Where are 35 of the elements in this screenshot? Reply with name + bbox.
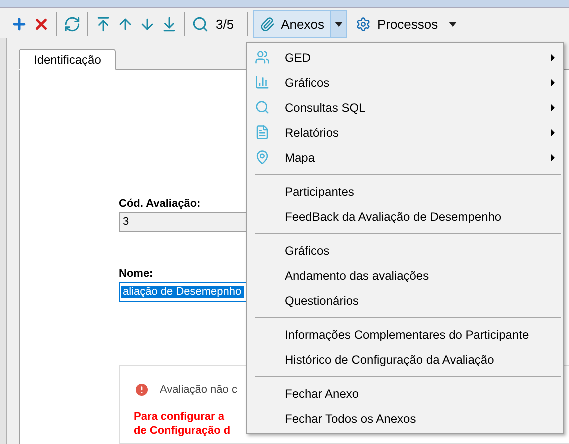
people-icon	[255, 50, 270, 65]
add-icon	[10, 16, 28, 32]
search-icon	[192, 16, 208, 32]
message-text: Avaliação não c	[160, 384, 238, 396]
menu-item[interactable]: Gráficos	[247, 238, 563, 263]
menu-item[interactable]: Fechar Todos os Anexos	[247, 406, 563, 431]
map-pin-icon	[255, 150, 270, 165]
menu-item[interactable]: Informações Complementares do Participante	[247, 322, 563, 347]
menu-item[interactable]: Participantes	[247, 179, 563, 204]
menu-item[interactable]: Fechar Anexo	[247, 381, 563, 406]
warning-text: de Configuração d	[134, 424, 231, 438]
caret-icon	[448, 22, 457, 26]
anexos-split-button[interactable]: Anexos	[253, 10, 348, 38]
warning-text: Para configurar a	[134, 410, 224, 424]
refresh-icon	[64, 16, 80, 32]
menu-item[interactable]: Gráficos	[247, 70, 563, 95]
caret-icon	[334, 22, 343, 26]
document-icon	[255, 125, 270, 140]
paperclip-icon	[260, 16, 276, 32]
menu-item[interactable]: GED	[247, 45, 563, 70]
field-label: Nome:	[119, 268, 154, 280]
record-counter: 3/5	[216, 16, 234, 32]
menu-item[interactable]: Histórico de Configuração da Avaliação	[247, 347, 563, 372]
menu-item[interactable]: Consultas SQL	[247, 95, 563, 120]
menu-item[interactable]: Relatórios	[247, 120, 563, 145]
tab[interactable]: Identificação	[19, 49, 116, 70]
menu-item[interactable]: Mapa	[247, 145, 563, 170]
bar-chart-icon	[255, 75, 270, 90]
alert-icon	[134, 382, 150, 398]
field-label: Cód. Avaliação:	[119, 198, 201, 210]
gear-icon	[356, 16, 372, 32]
anexos-button[interactable]: Anexos	[254, 11, 330, 37]
dropdown-button[interactable]	[330, 11, 346, 37]
search-icon	[255, 100, 270, 115]
processos-button[interactable]: Processos	[350, 11, 444, 37]
